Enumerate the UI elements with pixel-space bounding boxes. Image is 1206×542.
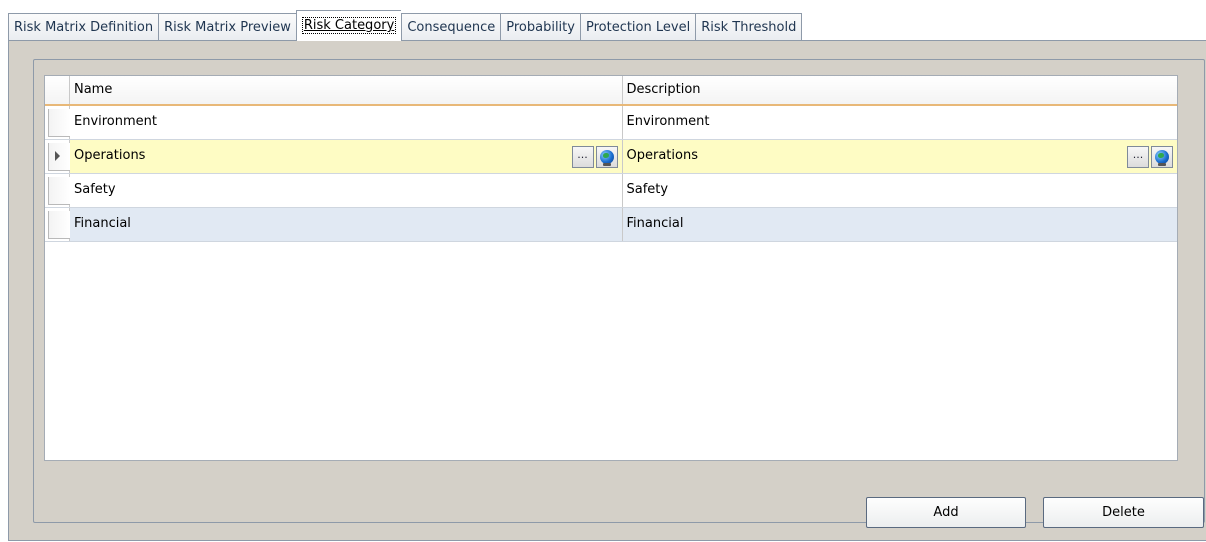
row-selector[interactable]	[45, 106, 70, 139]
tab-risk-matrix-preview[interactable]: Risk Matrix Preview	[158, 13, 296, 41]
name-cell[interactable]: Financial	[70, 208, 623, 241]
table-row[interactable]: Operations ··· Operations ···	[45, 140, 1177, 174]
ellipsis-icon[interactable]: ···	[571, 146, 594, 168]
tab-label: Probability	[506, 20, 575, 35]
table-row[interactable]: Environment Environment	[45, 106, 1177, 140]
name-cell[interactable]: Operations ···	[70, 140, 623, 173]
globe-icon[interactable]	[1151, 146, 1174, 168]
tab-strip: Risk Matrix Definition Risk Matrix Previ…	[8, 10, 803, 41]
row-selector[interactable]	[45, 174, 70, 207]
description-cell-text: Operations	[626, 148, 698, 163]
grid-header: Name Description	[45, 76, 1177, 106]
description-cell[interactable]: Environment	[623, 106, 1178, 139]
tab-label: Risk Category	[301, 17, 397, 34]
row-selector[interactable]	[45, 208, 70, 241]
description-cell[interactable]: Operations ···	[623, 140, 1178, 173]
tab-label: Risk Threshold	[701, 20, 797, 35]
tab-label: Risk Matrix Preview	[164, 20, 291, 35]
tab-panel: Name Description Environment Environment…	[8, 40, 1206, 541]
tab-label: Risk Matrix Definition	[14, 20, 154, 35]
add-button[interactable]: Add	[866, 497, 1026, 528]
tab-risk-matrix-definition[interactable]: Risk Matrix Definition	[8, 13, 159, 41]
column-header-description[interactable]: Description	[623, 76, 1178, 104]
table-row[interactable]: Financial Financial	[45, 208, 1177, 242]
name-cell[interactable]: Environment	[70, 106, 623, 139]
tab-label: Consequence	[407, 20, 496, 35]
delete-button[interactable]: Delete	[1043, 497, 1204, 528]
globe-icon[interactable]	[595, 146, 618, 168]
description-cell[interactable]: Safety	[623, 174, 1178, 207]
ellipsis-icon[interactable]: ···	[1127, 146, 1150, 168]
name-cell[interactable]: Safety	[70, 174, 623, 207]
description-cell[interactable]: Financial	[623, 208, 1178, 241]
tab-risk-threshold[interactable]: Risk Threshold	[695, 13, 803, 41]
risk-category-grid: Name Description Environment Environment…	[44, 75, 1178, 461]
name-cell-text: Operations	[73, 148, 146, 163]
tab-risk-category[interactable]: Risk Category	[295, 10, 402, 41]
risk-category-group: Name Description Environment Environment…	[33, 59, 1205, 528]
row-selector[interactable]	[45, 140, 70, 173]
tab-protection-level[interactable]: Protection Level	[579, 13, 696, 41]
table-row[interactable]: Safety Safety	[45, 174, 1177, 208]
row-pointer-icon	[55, 151, 60, 161]
tab-consequence[interactable]: Consequence	[401, 13, 501, 41]
row-selector-header	[45, 76, 70, 104]
tab-probability[interactable]: Probability	[500, 13, 580, 41]
column-header-name[interactable]: Name	[70, 76, 623, 104]
tab-label: Protection Level	[585, 20, 691, 35]
